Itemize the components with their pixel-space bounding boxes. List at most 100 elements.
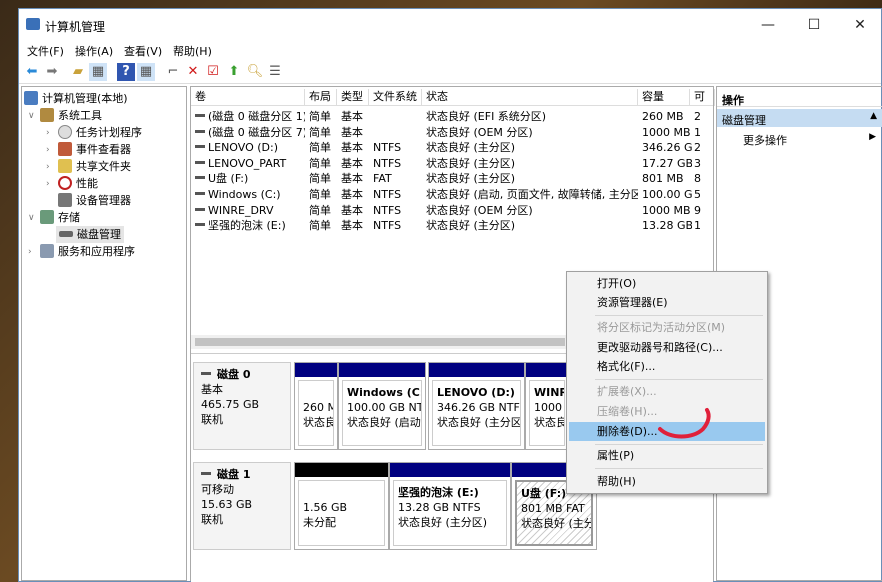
partition-size: 260 MB — [303, 401, 333, 414]
menu-file[interactable]: 文件(F) — [27, 43, 64, 59]
volume-row[interactable]: LENOVO_PART 简单 基本 NTFS 状态良好 (主分区) 17.27 GB 3 — [191, 156, 713, 172]
properties-icon[interactable]: ☰ — [266, 63, 284, 81]
volume-cell: 简单 — [309, 218, 339, 234]
device-manager-icon — [58, 193, 72, 207]
chevron-right-icon[interactable]: › — [46, 145, 50, 155]
partition-size: 801 MB FAT — [521, 502, 585, 515]
cell-text: 1 — [694, 219, 701, 233]
tree-system-tools[interactable]: 系统工具 — [40, 107, 102, 124]
up-folder-icon[interactable]: ▰ — [69, 63, 87, 81]
partition-block[interactable]: WINRE_DRV 1000 MB 状态良好 — [525, 362, 569, 450]
volume-cell: 1000 MB — [642, 203, 692, 219]
menu-item-properties[interactable]: 属性(P) — [569, 446, 765, 465]
partition-block[interactable]: Windows (C:) 100.00 GB NTFS 状态良好 (启动, — [338, 362, 426, 450]
back-icon[interactable]: ⬅ — [23, 63, 41, 81]
col-volume[interactable]: 卷 — [191, 89, 305, 106]
cell-text: WINRE_DRV — [208, 203, 274, 217]
minimize-button[interactable]: — — [745, 9, 791, 41]
menu-item-format[interactable]: 格式化(F)... — [569, 357, 765, 376]
cell-text: LENOVO (D:) — [208, 141, 279, 155]
col-free[interactable]: 可 — [690, 89, 715, 106]
volume-row[interactable]: WINRE_DRV 简单 基本 NTFS 状态良好 (OEM 分区) 1000 MB 9 — [191, 203, 713, 219]
partition-block[interactable]: 坚强的泡沫 (E:) 13.28 GB NTFS 状态良好 (主分区) — [389, 462, 511, 550]
chevron-right-icon[interactable]: › — [46, 128, 50, 138]
collapse-up-icon[interactable]: ▲ — [870, 111, 877, 121]
menu-help[interactable]: 帮助(H) — [173, 43, 212, 59]
volume-cell: 简单 — [309, 171, 339, 187]
volume-cell: 5 — [694, 187, 714, 203]
partition-block[interactable]: 1.56 GB 未分配 — [294, 462, 389, 550]
tree-storage[interactable]: 存储 — [40, 209, 80, 226]
volume-cell: 状态良好 (启动, 页面文件, 故障转储, 主分区) — [426, 187, 638, 203]
shared-folder-icon — [58, 159, 72, 173]
menu-item-open[interactable]: 打开(O) — [569, 274, 765, 293]
tree-event-viewer[interactable]: 事件查看器 — [58, 141, 131, 158]
show-hide-action-icon[interactable]: ▦ — [137, 63, 155, 81]
volume-row[interactable]: (磁盘 0 磁盘分区 7) 简单 基本 状态良好 (OEM 分区) 1000 MB 1 — [191, 125, 713, 141]
disk-icon — [201, 472, 211, 475]
connect-drive-icon[interactable]: ⌐ — [164, 63, 182, 81]
chevron-down-icon[interactable]: ∨ — [28, 111, 35, 121]
disk-status: 联机 — [201, 513, 223, 526]
col-filesystem[interactable]: 文件系统 — [369, 89, 422, 106]
col-capacity[interactable]: 容量 — [638, 89, 690, 106]
tree-services[interactable]: 服务和应用程序 — [40, 243, 135, 260]
tree-disk-management[interactable]: 磁盘管理 — [56, 226, 124, 243]
volume-row[interactable]: U盘 (F:) 简单 基本 FAT 状态良好 (主分区) 801 MB 8 — [191, 171, 713, 187]
chevron-down-icon[interactable]: ∨ — [28, 213, 35, 223]
col-layout[interactable]: 布局 — [305, 89, 337, 106]
import-icon[interactable]: ⬆ — [225, 63, 243, 81]
maximize-button[interactable]: ☐ — [791, 9, 837, 41]
menu-item-explorer[interactable]: 资源管理器(E) — [569, 293, 765, 312]
chevron-right-icon[interactable]: › — [46, 179, 50, 189]
cell-text: 简单 — [309, 203, 331, 217]
volume-cell: Windows (C:) — [195, 187, 305, 203]
disk-label[interactable]: 磁盘 0 基本 465.75 GB 联机 — [193, 362, 291, 450]
search-icon[interactable]: 🔍︎ — [246, 63, 264, 81]
menu-action[interactable]: 操作(A) — [75, 43, 113, 59]
cell-text: 基本 — [341, 110, 363, 123]
menu-item-change-drive-letter[interactable]: 更改驱动器号和路径(C)... — [569, 338, 765, 357]
tree-task-scheduler[interactable]: 任务计划程序 — [58, 124, 142, 141]
partition-block[interactable]: 260 MB 状态良好 — [294, 362, 338, 450]
volume-row[interactable]: LENOVO (D:) 简单基本 NTFS 状态良好 (主分区) 346.26 GB2 — [191, 140, 713, 156]
check-icon[interactable]: ☑ — [204, 63, 222, 81]
forward-icon[interactable]: ➡ — [43, 63, 61, 81]
volume-icon — [195, 223, 205, 227]
volume-row[interactable]: 坚强的泡沫 (E:) 简单 基本 NTFS 状态良好 (主分区) 13.28 GB 1 — [191, 218, 713, 234]
help-icon[interactable]: ? — [117, 63, 135, 81]
volume-row[interactable]: (磁盘 0 磁盘分区 1) 简单 基本 状态良好 (EFI 系统分区) 260 MB 2 — [191, 109, 713, 125]
menu-item-help[interactable]: 帮助(H) — [569, 472, 765, 491]
delete-icon[interactable]: ✕ — [184, 63, 202, 81]
cell-text: 状态良好 (主分区) — [426, 219, 516, 233]
volume-cell: 状态良好 (OEM 分区) — [426, 125, 638, 141]
cell-text: 1 — [694, 125, 701, 139]
tree-label: 存储 — [58, 211, 80, 224]
partition-title — [303, 485, 380, 500]
volume-cell: 1000 MB — [642, 125, 692, 141]
chevron-right-icon[interactable]: › — [28, 247, 32, 257]
tree-performance[interactable]: 性能 — [58, 175, 98, 192]
more-actions[interactable]: 更多操作 ▶ — [717, 129, 882, 147]
tree-device-manager[interactable]: 设备管理器 — [58, 192, 131, 209]
disk-label[interactable]: 磁盘 1 可移动 15.63 GB 联机 — [193, 462, 291, 550]
close-button[interactable]: ✕ — [837, 9, 882, 41]
actions-section-disk-management[interactable]: 磁盘管理 ▲ — [717, 109, 882, 127]
col-status[interactable]: 状态 — [422, 89, 638, 106]
scrollbar-thumb[interactable] — [195, 338, 565, 346]
partition-block[interactable]: LENOVO (D:) 346.26 GB NTFS 状态良好 (主分区) — [428, 362, 525, 450]
red-annotation-scribble — [658, 408, 711, 439]
volume-cell: 状态良好 (主分区) — [426, 140, 638, 156]
menu-view[interactable]: 查看(V) — [124, 43, 162, 59]
col-type[interactable]: 类型 — [337, 89, 369, 106]
cell-text: 1000 MB — [642, 125, 691, 139]
tree-shared-folders[interactable]: 共享文件夹 — [58, 158, 131, 175]
volume-row[interactable]: Windows (C:) 简单 基本 NTFS 状态良好 (启动, 页面文件, 故障转储… — [191, 187, 713, 203]
tree-root[interactable]: 计算机管理(本地) — [24, 90, 128, 107]
app-icon — [26, 18, 40, 30]
volume-cell: 状态良好 (OEM 分区) — [426, 203, 638, 219]
menu-separator — [595, 468, 763, 469]
chevron-right-icon[interactable]: › — [46, 162, 50, 172]
menu-item-mark-active: 将分区标记为活动分区(M) — [597, 321, 726, 334]
show-hide-tree-icon[interactable]: ▦ — [89, 63, 107, 81]
